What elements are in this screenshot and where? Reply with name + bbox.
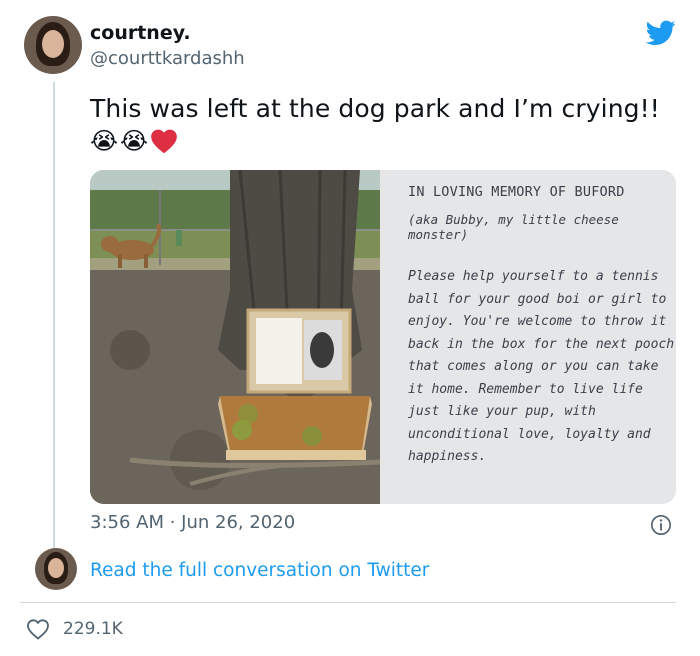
heart-emoji-icon — [151, 129, 177, 154]
divider — [20, 602, 676, 603]
author-name[interactable]: courtney. — [90, 22, 191, 44]
like-count[interactable]: 229.1K — [63, 619, 123, 639]
memorial-note: IN LOVING MEMORY OF BUFORD (aka Bubby, m… — [408, 184, 676, 469]
note-subheading: (aka Bubby, my little cheese monster) — [408, 212, 619, 242]
author-avatar[interactable] — [24, 16, 82, 74]
crying-emoji: 😭 — [120, 127, 149, 155]
read-conversation-link[interactable]: Read the full conversation on Twitter — [90, 560, 429, 581]
thread-line — [53, 82, 55, 550]
author-handle[interactable]: @courttkardashh — [90, 48, 245, 69]
crying-emoji: 😭 — [90, 127, 119, 155]
note-body: Please help yourself to a tennis ball fo… — [408, 269, 675, 464]
twitter-bird-icon[interactable] — [646, 20, 676, 46]
tweet-text: This was left at the dog park and I’m cr… — [90, 94, 660, 123]
media-grid[interactable]: IN LOVING MEMORY OF BUFORD (aka Bubby, m… — [90, 170, 676, 504]
tweet-timestamp[interactable]: 3:56 AM · Jun 26, 2020 — [90, 512, 295, 533]
info-icon[interactable] — [650, 514, 672, 536]
reader-avatar[interactable] — [35, 548, 77, 590]
emoji-row: 😭 😭 — [90, 126, 178, 156]
heart-icon[interactable] — [26, 618, 50, 640]
memorial-note-photo[interactable]: IN LOVING MEMORY OF BUFORD (aka Bubby, m… — [386, 170, 676, 504]
dog-park-photo[interactable] — [90, 170, 380, 504]
note-heading: IN LOVING MEMORY OF BUFORD — [408, 184, 625, 200]
dog-park-scene — [90, 170, 380, 504]
